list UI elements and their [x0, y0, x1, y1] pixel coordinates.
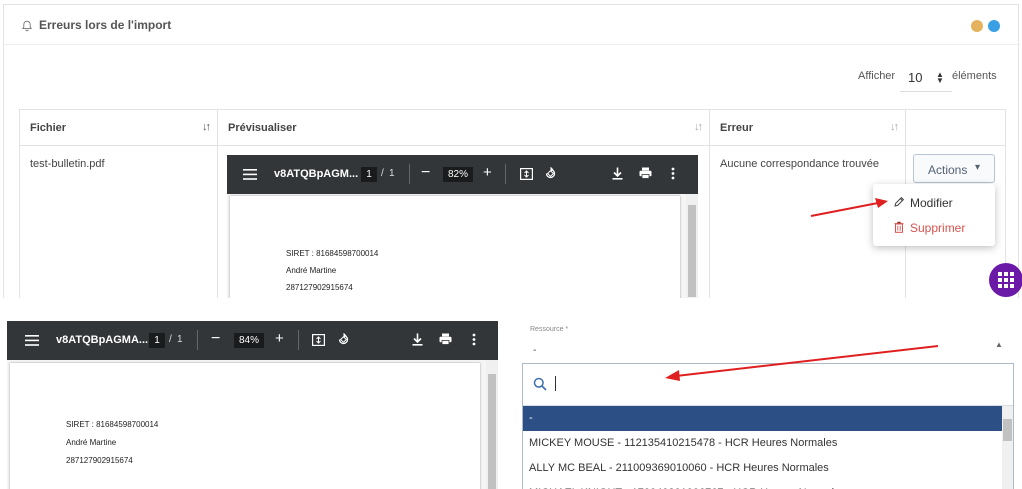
rotate-icon[interactable] [544, 167, 557, 180]
download-icon[interactable] [412, 333, 423, 346]
pdf-page-total: 1 [177, 334, 183, 345]
toolbar-divider [197, 330, 198, 350]
zoom-out-icon[interactable]: − [211, 330, 220, 348]
column-header-file[interactable]: Fichier ↓↑ [19, 109, 218, 146]
page-size-select[interactable]: 10 ▲ ▼ [900, 64, 952, 92]
status-dot-yellow[interactable] [971, 20, 983, 32]
option-item[interactable]: MICHAEL KNIGHT - 170040201006767 - HCR H… [523, 481, 1003, 489]
screenshot-divider [0, 298, 1022, 307]
text-cursor [555, 376, 556, 391]
sort-icon[interactable]: ↓↑ [890, 121, 899, 133]
pdf-line-siret: SIRET : 81684598700014 [286, 249, 379, 258]
actions-button[interactable]: Actions ▾ [913, 154, 995, 183]
pdf-toolbar: v8ATQBpAGM... 1 / 1 − 82% + [227, 155, 698, 194]
pdf-line-name: André Martine [286, 266, 337, 275]
fit-page-icon[interactable] [312, 334, 325, 346]
column-label: Fichier [30, 121, 67, 134]
download-icon[interactable] [612, 167, 623, 180]
column-header-actions [905, 109, 1006, 146]
option-item[interactable]: ALLY MC BEAL - 211009369010060 - HCR Heu… [523, 456, 1003, 481]
pdf-preview-viewer: v8ATQBpAGMA... 1 / 1 − 84% + SIRET : 816… [7, 321, 498, 489]
sort-icon[interactable]: ↓↑ [694, 121, 703, 133]
menu-item-label: Modifier [910, 196, 953, 210]
grid-apps-icon [998, 272, 1014, 288]
panel-header: Erreurs lors de l'import [4, 5, 1020, 45]
pdf-page: SIRET : 81684598700014 André Martine 287… [230, 196, 680, 298]
dropdown-scrollbar-thumb[interactable] [1003, 419, 1012, 441]
option-selected[interactable]: - [523, 406, 1003, 431]
fit-page-icon[interactable] [520, 168, 533, 180]
pdf-scrollbar-thumb[interactable] [488, 374, 496, 489]
panel-title: Erreurs lors de l'import [39, 18, 172, 32]
pagination-suffix: éléments [952, 70, 997, 82]
menu-item-supprimer[interactable]: Supprimer [893, 221, 988, 236]
more-options-icon[interactable] [472, 333, 476, 346]
sort-active-icon[interactable]: ↓↑ [202, 121, 211, 133]
toolbar-divider [298, 330, 299, 350]
zoom-in-icon[interactable]: + [275, 330, 284, 347]
pdf-filename: v8ATQBpAGMA... [56, 334, 149, 346]
zoom-out-icon[interactable]: − [421, 164, 430, 182]
print-icon[interactable] [439, 333, 452, 345]
pdf-page-total: 1 [389, 168, 395, 179]
toolbar-divider [409, 164, 410, 184]
pdf-line-siret: SIRET : 81684598700014 [66, 420, 159, 429]
annotation-arrow [810, 198, 888, 217]
zoom-in-icon[interactable]: + [483, 164, 492, 181]
column-header-error[interactable]: Erreur ↓↑ [709, 109, 906, 146]
pdf-zoom-input[interactable]: 84% [234, 333, 264, 348]
column-label: Prévisualiser [228, 121, 297, 134]
pdf-page-separator: / [169, 334, 172, 345]
rotate-icon[interactable] [337, 333, 350, 346]
hamburger-menu-icon[interactable] [243, 169, 257, 180]
pagination-prefix: Afficher [858, 70, 896, 82]
page-size-value: 10 [908, 70, 923, 85]
menu-item-modifier[interactable]: Modifier [893, 196, 983, 211]
pdf-page-separator: / [381, 168, 384, 179]
resource-selection-screen: v8ATQBpAGMA... 1 / 1 − 84% + SIRET : 816… [0, 307, 1022, 489]
error-message: Aucune correspondance trouvée [720, 158, 879, 170]
menu-item-label: Supprimer [910, 221, 966, 235]
actions-label: Actions [928, 163, 968, 177]
more-options-icon[interactable] [671, 167, 675, 180]
bell-icon [21, 20, 33, 32]
resource-field-label: Ressource * [530, 326, 569, 333]
pdf-preview-viewer: v8ATQBpAGM... 1 / 1 − 82% + SIRET : 8168… [227, 155, 698, 298]
apps-launcher-button[interactable] [989, 263, 1022, 297]
pdf-line-number: 287127902915674 [66, 456, 133, 465]
column-label: Erreur [720, 121, 754, 134]
option-item[interactable]: MICKEY MOUSE - 112135410215478 - HCR Heu… [523, 431, 1003, 456]
pdf-scrollbar-thumb[interactable] [688, 205, 696, 297]
trash-icon [894, 221, 904, 233]
pdf-line-name: André Martine [66, 438, 117, 447]
file-name: test-bulletin.pdf [30, 158, 105, 170]
column-header-preview[interactable]: Prévisualiser ↓↑ [217, 109, 710, 146]
pdf-toolbar: v8ATQBpAGMA... 1 / 1 − 84% + [7, 321, 498, 360]
select-updown-icon: ▲ ▼ [936, 70, 944, 85]
status-dot-blue[interactable] [988, 20, 1000, 32]
hamburger-menu-icon[interactable] [25, 335, 39, 346]
pdf-page: SIRET : 81684598700014 André Martine 287… [10, 363, 480, 489]
caret-up-icon[interactable]: ▲ [995, 340, 1003, 349]
pdf-zoom-input[interactable]: 82% [443, 167, 473, 182]
pdf-page-input[interactable]: 1 [361, 167, 377, 182]
resource-select-value[interactable]: - [533, 345, 536, 356]
search-icon [533, 377, 547, 391]
cell-file: test-bulletin.pdf [19, 145, 218, 298]
import-errors-screen: Erreurs lors de l'import Afficher 10 ▲ ▼ … [0, 0, 1022, 298]
chevron-down-icon: ▾ [975, 162, 981, 173]
print-icon[interactable] [639, 167, 652, 179]
table-header-row: Fichier ↓↑ Prévisualiser ↓↑ Erreur ↓↑ [19, 109, 1006, 146]
annotation-arrow [665, 345, 939, 381]
pdf-line-number: 287127902915674 [286, 283, 353, 292]
pencil-icon [894, 196, 905, 207]
actions-menu: Modifier Supprimer [873, 184, 995, 246]
pdf-page-input[interactable]: 1 [149, 333, 165, 348]
toolbar-divider [505, 164, 506, 184]
pdf-filename: v8ATQBpAGM... [274, 168, 359, 180]
